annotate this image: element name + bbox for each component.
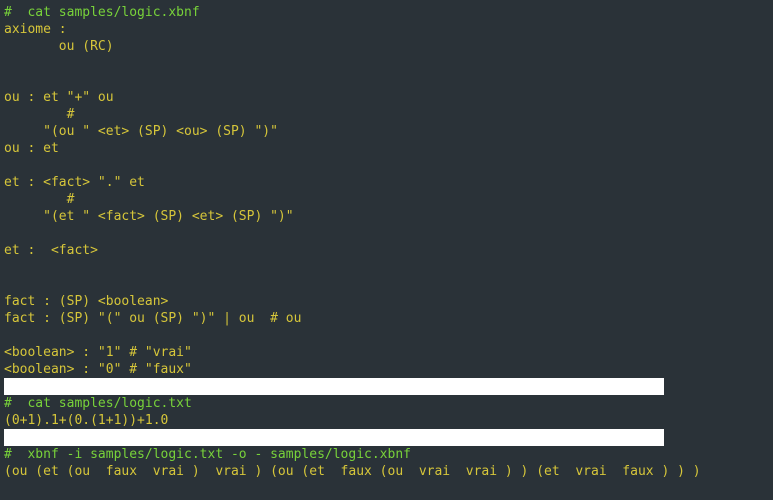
terminal-line: "(et " <fact> (SP) <et> (SP) ")" [4, 208, 769, 225]
prompt-separator [4, 429, 664, 446]
terminal-line: axiome : [4, 21, 769, 38]
terminal-line: (0+1).1+(0.(1+1))+1.0 [4, 412, 769, 429]
terminal-line: # cat samples/logic.txt [4, 395, 769, 412]
terminal-line [4, 225, 769, 242]
terminal-line: (ou (et (ou faux vrai ) vrai ) (ou (et f… [4, 463, 769, 480]
terminal-line [4, 259, 769, 276]
terminal-line: ou : et [4, 140, 769, 157]
prompt-separator [4, 378, 664, 395]
terminal-line [4, 480, 769, 497]
terminal-line [4, 157, 769, 174]
terminal-line [4, 72, 769, 89]
terminal-line: # [4, 106, 769, 123]
terminal-line: fact : (SP) "(" ou (SP) ")" | ou # ou [4, 310, 769, 327]
terminal-line: et : <fact> [4, 242, 769, 259]
terminal-line: # [4, 191, 769, 208]
terminal-line: ou (RC) [4, 38, 769, 55]
terminal-line: <boolean> : "1" # "vrai" [4, 344, 769, 361]
terminal-line: fact : (SP) <boolean> [4, 293, 769, 310]
terminal-line [4, 327, 769, 344]
terminal-line [4, 276, 769, 293]
terminal-line: "(ou " <et> (SP) <ou> (SP) ")" [4, 123, 769, 140]
terminal-line: <boolean> : "0" # "faux" [4, 361, 769, 378]
terminal-line: ou : et "+" ou [4, 89, 769, 106]
terminal-output[interactable]: # cat samples/logic.xbnfaxiome : ou (RC)… [0, 0, 773, 497]
terminal-line: et : <fact> "." et [4, 174, 769, 191]
terminal-line [4, 55, 769, 72]
terminal-line: # cat samples/logic.xbnf [4, 4, 769, 21]
terminal-line: # xbnf -i samples/logic.txt -o - samples… [4, 446, 769, 463]
